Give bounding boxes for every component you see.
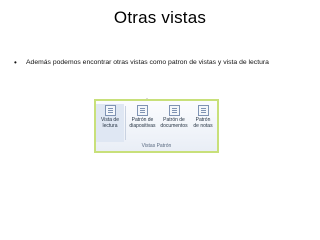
notes-master-button[interactable]: Patrón de notas — [190, 104, 216, 142]
handout-master-label-line2: documentos — [160, 122, 188, 129]
ribbon-button-row: Vista de lectura Patrón de diapositivas … — [96, 104, 217, 142]
handout-master-icon — [168, 105, 180, 116]
ribbon-screenshot: Vista de lectura Patrón de diapositivas … — [94, 99, 219, 153]
reading-view-button[interactable]: Vista de lectura — [96, 104, 124, 142]
notes-master-icon — [197, 105, 209, 116]
ribbon-separator — [125, 106, 126, 140]
reading-view-label-line2: lectura — [102, 122, 118, 129]
ribbon-group-label: Vistas Patrón — [141, 143, 172, 149]
reading-view-icon — [104, 105, 116, 116]
handout-master-button[interactable]: Patrón de documentos — [158, 104, 190, 142]
bullet-dot-icon: • — [14, 58, 17, 67]
bullet-text: Además podemos encontrar otras vistas co… — [26, 59, 269, 66]
slide-master-button[interactable]: Patrón de diapositivas — [127, 104, 158, 142]
notes-master-label-line2: de notas — [193, 122, 213, 129]
slide-title: Otras vistas — [113, 8, 207, 27]
slide-master-label-line2: diapositivas — [129, 122, 156, 129]
bullet-item: • Además podemos encontrar otras vistas … — [14, 58, 316, 67]
slide-master-icon — [137, 105, 148, 116]
